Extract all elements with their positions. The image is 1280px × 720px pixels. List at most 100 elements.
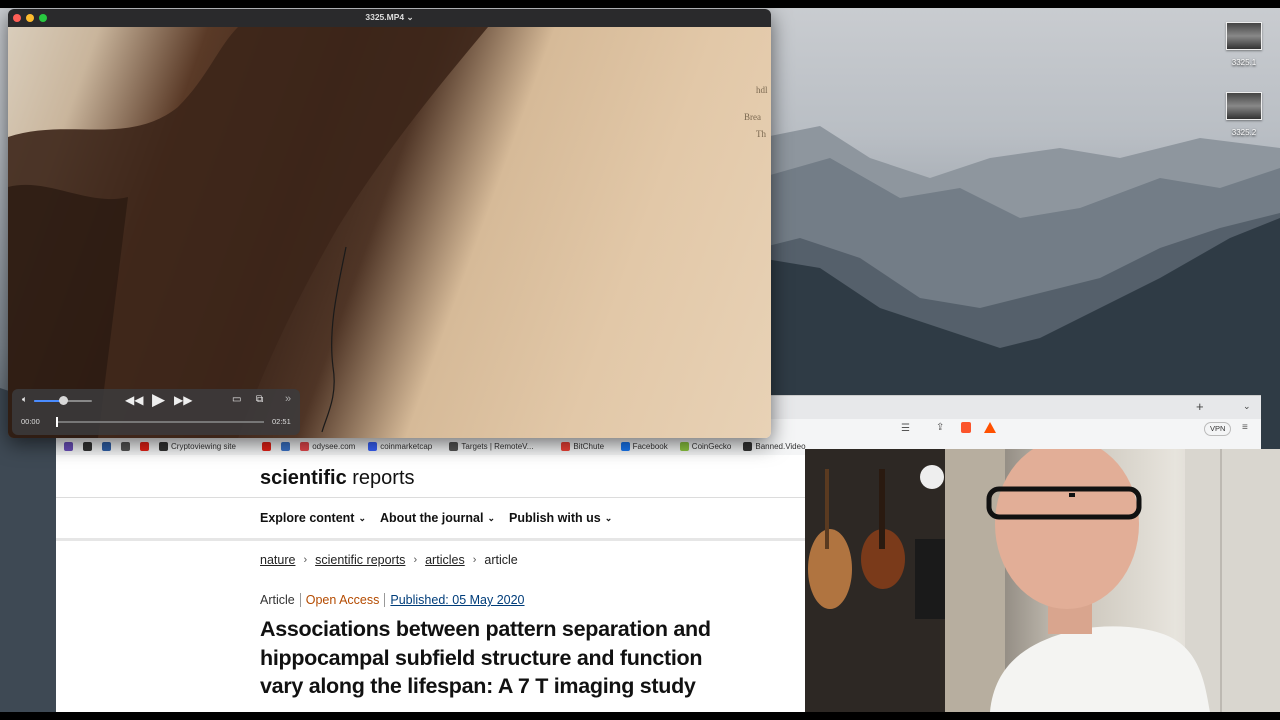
bookmark-item[interactable]: Facebook xyxy=(620,442,668,451)
article-title: Associations between pattern separation … xyxy=(260,617,711,698)
bookmark-favicon-icon xyxy=(262,442,272,451)
bookmark-item[interactable] xyxy=(64,442,73,451)
video-player-window: 3325.MP4 ⌄ hdl Brea Th 🔈︎ ◀◀ ▶ ▶▶ ▭ ⧉ » … xyxy=(8,9,771,438)
article-type: Article xyxy=(260,593,295,607)
menu-icon[interactable]: ≡ xyxy=(1242,422,1248,433)
svg-text:hdl: hdl xyxy=(756,85,768,95)
nav-publish-with-us[interactable]: Publish with us ⌄ xyxy=(509,511,612,525)
play-icon[interactable]: ▶ xyxy=(152,390,165,410)
bookmark-favicon-icon xyxy=(64,442,73,451)
bookmark-favicon-icon xyxy=(102,442,111,451)
progress-scrubber[interactable] xyxy=(56,417,264,427)
bookmark-item[interactable] xyxy=(102,442,111,451)
playhead[interactable] xyxy=(56,417,58,427)
bookmark-label: CoinGecko xyxy=(691,442,732,451)
bookmark-favicon-icon xyxy=(679,442,689,451)
time-total: 02:51 xyxy=(272,417,291,426)
webcam-feed xyxy=(805,449,1280,712)
web-page: scientific reports Explore content ⌄ Abo… xyxy=(56,455,805,712)
share-icon[interactable]: ⇪ xyxy=(936,422,944,433)
breadcrumb-separator: › xyxy=(413,554,418,566)
bookmark-item[interactable]: CoinGecko xyxy=(679,442,732,451)
time-current: 00:00 xyxy=(21,417,40,426)
divider xyxy=(299,593,301,607)
picture-in-picture-icon[interactable]: ⧉ xyxy=(256,394,263,405)
bookmark-favicon-icon xyxy=(83,442,92,451)
file-name: 3325.MP4 xyxy=(365,12,405,22)
webcam-overlay xyxy=(805,449,1280,712)
bookmark-label: Banned.Video xyxy=(755,442,806,451)
desktop-file-icon-2[interactable]: 3325.2 xyxy=(1214,92,1274,137)
nav-label: About the journal xyxy=(380,511,484,525)
bookmark-item[interactable] xyxy=(262,442,272,451)
bookmark-favicon-icon xyxy=(159,442,168,451)
nav-label: Explore content xyxy=(260,511,355,525)
bookmark-favicon-icon xyxy=(561,442,571,451)
bookmark-item[interactable]: odysee.com xyxy=(300,442,355,451)
breadcrumb-separator: › xyxy=(472,554,477,566)
brave-rewards-icon[interactable] xyxy=(984,422,996,433)
letterbox-bottom xyxy=(0,712,1280,720)
bookmark-item[interactable] xyxy=(83,442,92,451)
brand-light: reports xyxy=(352,467,415,489)
breadcrumb-separator: › xyxy=(303,554,308,566)
bookmark-label: BitChute xyxy=(573,442,605,451)
published-date-link[interactable]: Published: 05 May 2020 xyxy=(390,593,524,607)
brand-bold: scientific xyxy=(260,467,347,489)
bookmark-label: Facebook xyxy=(632,442,668,451)
bookmark-item[interactable] xyxy=(140,442,149,451)
svg-text:Th: Th xyxy=(756,129,766,139)
video-thumbnail-icon xyxy=(1226,22,1262,50)
vpn-button[interactable]: VPN xyxy=(1204,422,1232,436)
nav-about-the-journal[interactable]: About the journal ⌄ xyxy=(380,511,495,525)
video-frame[interactable]: hdl Brea Th xyxy=(8,27,771,438)
bookmark-favicon-icon xyxy=(140,442,149,451)
video-content: hdl Brea Th xyxy=(8,27,768,438)
bookmark-label: Targets | RemoteV... xyxy=(461,442,534,451)
chevron-down-icon: ⌄ xyxy=(358,512,367,523)
letterbox-top xyxy=(0,0,1280,8)
bookmark-item[interactable] xyxy=(281,442,291,451)
bookmark-item[interactable]: coinmarketcap xyxy=(368,442,432,451)
svg-text:Brea: Brea xyxy=(744,112,761,122)
desktop-file-icon-1[interactable]: 3325.1 xyxy=(1214,22,1274,67)
desktop-file-label: 3325.1 xyxy=(1231,58,1257,67)
breadcrumb-nature[interactable]: nature xyxy=(260,553,295,567)
bookmark-item[interactable]: BitChute xyxy=(561,442,604,451)
site-nav: Explore content ⌄ About the journal ⌄ Pu… xyxy=(260,511,612,525)
volume-knob[interactable] xyxy=(59,396,68,405)
new-tab-button[interactable]: + xyxy=(1196,399,1204,414)
nav-explore-content[interactable]: Explore content ⌄ xyxy=(260,511,366,525)
video-thumbnail-icon xyxy=(1226,92,1262,120)
bookmark-item[interactable]: Targets | RemoteV... xyxy=(449,442,533,451)
chevron-down-icon[interactable]: ⌄ xyxy=(407,12,414,22)
desktop-file-label: 3325.2 xyxy=(1231,128,1257,137)
airplay-icon[interactable]: ▭ xyxy=(232,394,241,405)
nav-label: Publish with us xyxy=(509,511,601,525)
tab-list-chevron-icon[interactable]: ⌄ xyxy=(1243,401,1251,412)
window-titlebar[interactable]: 3325.MP4 ⌄ xyxy=(8,9,771,27)
site-logo[interactable]: scientific reports xyxy=(260,467,415,490)
window-title: 3325.MP4 ⌄ xyxy=(8,12,771,23)
bookmark-favicon-icon xyxy=(281,442,291,451)
reader-icon[interactable]: ☰ xyxy=(901,423,910,434)
rewind-icon[interactable]: ◀◀ xyxy=(125,393,143,407)
bookmark-label: odysee.com xyxy=(312,442,356,451)
bookmark-favicon-icon xyxy=(368,442,378,451)
divider xyxy=(56,538,805,541)
speaker-icon[interactable]: 🔈︎ xyxy=(22,394,27,405)
vpn-label: VPN xyxy=(1210,424,1226,433)
bookmark-item[interactable]: Banned.Video xyxy=(743,442,806,451)
chevron-down-icon: ⌄ xyxy=(487,512,496,523)
breadcrumb-articles[interactable]: articles xyxy=(425,553,465,567)
bookmark-item[interactable]: Cryptoviewing site xyxy=(159,442,236,451)
brave-shield-icon[interactable] xyxy=(961,422,971,433)
breadcrumb-scientific-reports[interactable]: scientific reports xyxy=(315,553,405,567)
volume-slider[interactable] xyxy=(34,396,92,405)
more-icon[interactable]: » xyxy=(285,393,291,405)
bookmark-item[interactable] xyxy=(121,442,130,451)
divider xyxy=(56,497,805,498)
chevron-down-icon: ⌄ xyxy=(604,512,613,523)
bookmark-favicon-icon xyxy=(743,442,753,451)
fast-forward-icon[interactable]: ▶▶ xyxy=(174,393,192,407)
